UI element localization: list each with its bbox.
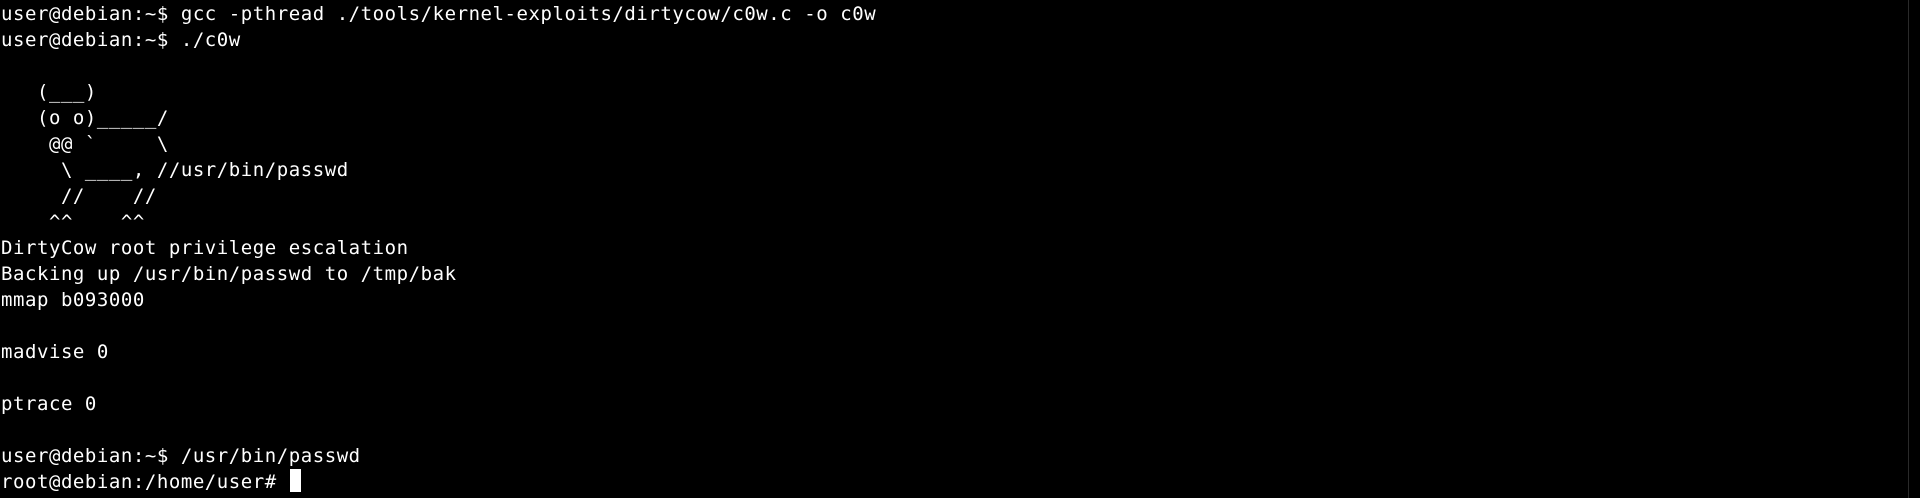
terminal-output[interactable]: user@debian:~$ gcc -pthread ./tools/kern… <box>1 1 1906 498</box>
root-prompt: root@debian:/home/user# <box>1 471 289 493</box>
text-cursor <box>289 469 301 492</box>
terminal-input-line[interactable]: root@debian:/home/user# <box>1 469 1906 495</box>
ascii-cow-line-3: @@ ` \ <box>1 133 169 155</box>
ascii-cow-line-5: // // <box>1 185 157 207</box>
terminal-line-gcc-command: user@debian:~$ gcc -pthread ./tools/kern… <box>1 3 877 25</box>
ascii-cow-line-6: ^^ ^^ <box>1 211 145 233</box>
terminal-line-exploit-title: DirtyCow root privilege escalation <box>1 237 409 259</box>
terminal-line-run-c0w: user@debian:~$ ./c0w <box>1 29 241 51</box>
terminal-window[interactable]: user@debian:~$ gcc -pthread ./tools/kern… <box>0 0 1920 498</box>
ascii-cow-line-1: (___) <box>1 81 97 103</box>
terminal-line-run-passwd: user@debian:~$ /usr/bin/passwd <box>1 445 361 467</box>
terminal-line-madvise: madvise 0 <box>1 341 109 363</box>
terminal-line-mmap: mmap b093000 <box>1 289 145 311</box>
terminal-line-ptrace: ptrace 0 <box>1 393 97 415</box>
ascii-cow-line-2: (o o)_____/ <box>1 107 169 129</box>
ascii-cow-line-4: \ ____, //usr/bin/passwd <box>1 159 349 181</box>
terminal-scrollbar[interactable] <box>1908 0 1920 498</box>
terminal-line-backup: Backing up /usr/bin/passwd to /tmp/bak <box>1 263 457 285</box>
